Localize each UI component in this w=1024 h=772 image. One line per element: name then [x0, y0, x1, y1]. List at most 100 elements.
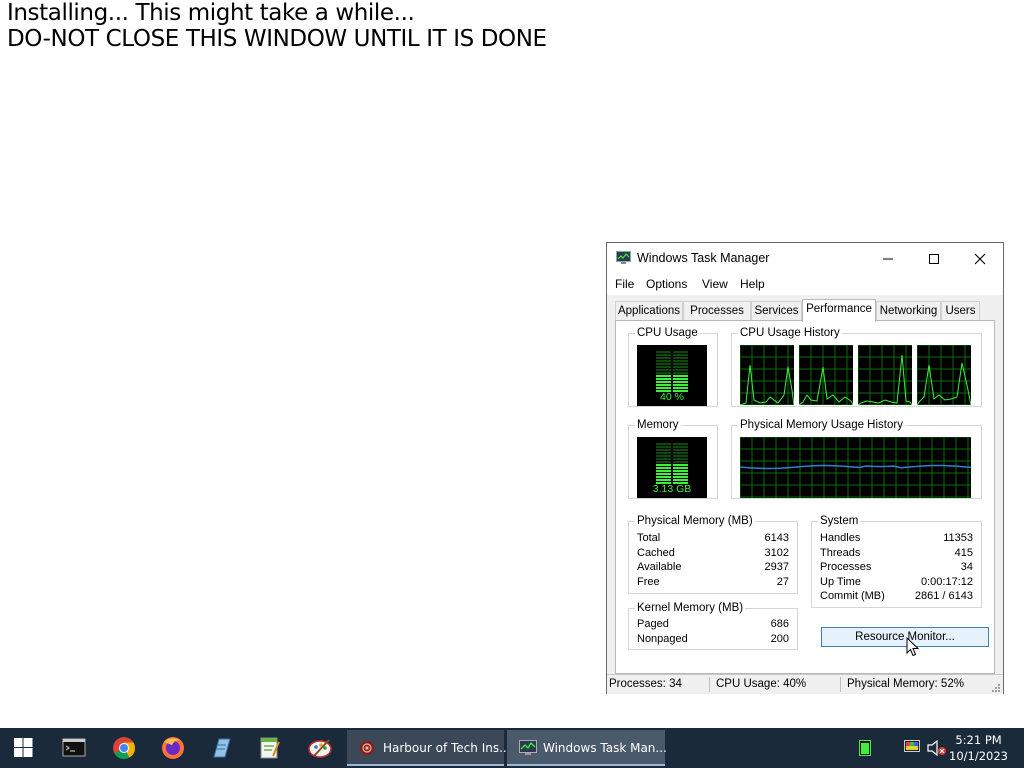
row-key: Handles [820, 532, 861, 544]
row-key: Cached [637, 547, 675, 559]
row-key: Free [637, 576, 660, 588]
system-handles-row: Handles 11353 [820, 532, 973, 546]
resize-grip-icon[interactable] [991, 683, 1001, 693]
tray-cpu-meter-icon[interactable] [859, 740, 871, 756]
tab-processes[interactable]: Processes [683, 301, 751, 321]
close-icon [974, 253, 986, 265]
mouse-cursor-icon [906, 637, 920, 657]
command-prompt-icon [62, 738, 86, 757]
task-manager-app-icon [616, 251, 631, 264]
taskbar-command-prompt[interactable] [51, 728, 97, 768]
clock-date: 10/1/2023 [949, 749, 1008, 763]
row-value: 2861 / 6143 [914, 590, 973, 602]
system-uptime-row: Up Time 0:00:17:12 [820, 576, 973, 590]
cpu-usage-value: 40 % [660, 391, 684, 403]
status-physical-memory: Physical Memory: 52% [847, 678, 964, 690]
notepad-icon [213, 738, 231, 758]
tab-performance[interactable]: Performance [802, 299, 876, 322]
start-button[interactable] [0, 728, 46, 768]
row-value: 6143 [764, 532, 789, 544]
row-key: Up Time [820, 576, 861, 588]
cpu-usage-label: CPU Usage [635, 326, 700, 340]
cpu-usage-meter: 40 % [637, 345, 707, 406]
menu-bar: File Options View Help [607, 273, 1003, 295]
system-clock[interactable]: 5:21 PM 10/1/2023 [949, 732, 1008, 764]
taskbar-notepad[interactable] [198, 728, 244, 768]
taskbar-chrome[interactable] [101, 728, 147, 768]
task-manager-icon [519, 740, 537, 755]
title-bar[interactable]: Windows Task Manager [607, 243, 1003, 273]
system-label: System [818, 514, 861, 528]
row-key: Threads [820, 547, 861, 559]
kernel-memory-group: Kernel Memory (MB) Paged 686 Nonpaged 200 [628, 601, 798, 650]
row-value: 27 [776, 576, 789, 588]
maximize-button[interactable] [911, 243, 957, 273]
resource-monitor-button[interactable]: Resource Monitor... [821, 627, 989, 647]
row-key: Commit (MB) [820, 590, 885, 602]
menu-options[interactable]: Options [646, 277, 687, 291]
memory-meter: 3.13 GB [637, 437, 707, 498]
cpu-history-graph-core-4 [916, 344, 972, 406]
taskbar-app-task-manager[interactable]: Windows Task Man... [507, 730, 667, 766]
volume-muted-icon[interactable] [927, 740, 947, 756]
tab-networking[interactable]: Networking [876, 301, 941, 321]
installer-message-line-1: Installing... This might take a while... [7, 0, 415, 26]
minimize-button[interactable] [865, 243, 911, 273]
kernel-memory-paged-row: Paged 686 [637, 618, 789, 632]
physical-memory-label: Physical Memory (MB) [635, 514, 755, 528]
close-button[interactable] [957, 243, 1003, 273]
cpu-history-group: CPU Usage History [731, 326, 982, 407]
kernel-memory-label: Kernel Memory (MB) [635, 601, 746, 615]
row-value: 3102 [764, 547, 789, 559]
physical-memory-free-row: Free 27 [637, 576, 789, 590]
memory-group: Memory 3.13 GB [628, 418, 718, 499]
cpu-history-label: CPU Usage History [738, 326, 842, 340]
tab-applications[interactable]: Applications [615, 301, 683, 321]
row-key: Paged [637, 618, 669, 630]
tray-display-icon[interactable] [904, 740, 920, 754]
status-cpu-usage: CPU Usage: 40% [716, 678, 807, 690]
menu-file[interactable]: File [615, 277, 634, 291]
row-value: 415 [954, 547, 973, 559]
row-key: Processes [820, 561, 872, 573]
status-bar: Processes: 34 CPU Usage: 40% Physical Me… [607, 674, 1003, 694]
row-key: Nonpaged [637, 633, 688, 645]
performance-panel: CPU Usage 40 % CPU Usage History Memory … [615, 320, 995, 674]
cpu-usage-group: CPU Usage 40 % [628, 326, 718, 407]
row-value: 2937 [764, 561, 789, 573]
chrome-icon [113, 737, 135, 759]
memory-history-group: Physical Memory Usage History [731, 418, 982, 499]
harbour-of-tech-icon [360, 741, 374, 755]
taskbar-app-harbour-of-tech[interactable]: Harbour of Tech Ins... [347, 730, 511, 766]
tab-users[interactable]: Users [941, 301, 980, 321]
menu-help[interactable]: Help [740, 277, 765, 291]
tab-services[interactable]: Services [751, 301, 802, 321]
physical-memory-available-row: Available 2937 [637, 561, 789, 575]
taskbar-editor[interactable] [247, 728, 293, 768]
taskbar-firefox[interactable] [150, 728, 196, 768]
paint-icon [308, 739, 332, 758]
taskbar-app-label: Windows Task Man... [543, 741, 667, 755]
row-value: 686 [770, 618, 789, 630]
taskbar-paint[interactable] [297, 728, 343, 768]
minimize-icon [883, 258, 893, 260]
row-key: Total [637, 532, 661, 544]
firefox-icon [162, 737, 184, 759]
row-value: 34 [960, 561, 973, 573]
system-commit-row: Commit (MB) 2861 / 6143 [820, 590, 973, 604]
row-value: 11353 [943, 532, 973, 544]
menu-view[interactable]: View [702, 277, 728, 291]
kernel-memory-nonpaged-row: Nonpaged 200 [637, 633, 789, 647]
row-value: 200 [770, 633, 789, 645]
cpu-history-graph-core-2 [798, 344, 854, 406]
taskbar: Harbour of Tech Ins... Windows Task Man.… [0, 728, 1024, 768]
installer-message-line-2: DO-NOT CLOSE THIS WINDOW UNTIL IT IS DON… [7, 26, 547, 52]
physical-memory-group: Physical Memory (MB) Total 6143 Cached 310… [628, 514, 798, 594]
memory-label: Memory [635, 418, 681, 432]
system-threads-row: Threads 415 [820, 547, 973, 561]
memory-history-graph [739, 436, 972, 498]
task-manager-window: Windows Task Manager File Options View H… [606, 242, 1004, 694]
memory-history-label: Physical Memory Usage History [738, 418, 905, 432]
physical-memory-cached-row: Cached 3102 [637, 547, 789, 561]
row-key: Available [637, 561, 682, 573]
